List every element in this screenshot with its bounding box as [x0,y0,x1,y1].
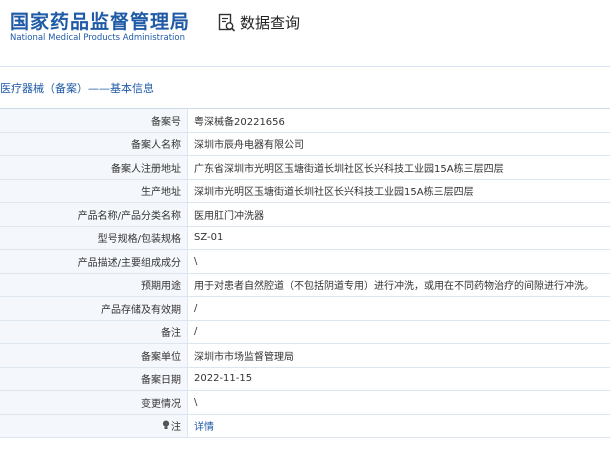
row-value: \ [187,249,610,274]
table-row: 预期用途 用于对患者自然腔道（不包括阴道专用）进行冲洗，或用在不同药物治疗的间隙进… [0,273,610,297]
table-row: 产品名称/产品分类名称 医用肛门冲洗器 [0,202,610,227]
row-label: 产品存储及有效期 [0,296,188,321]
row-label: 产品描述/主要组成成分 [0,249,188,274]
row-label: 生产地址 [0,179,188,203]
row-label: 产品名称/产品分类名称 [0,202,188,227]
row-value: / [187,296,610,321]
site-logo-en: National Medical Products Administration [10,33,185,43]
table-row: 备案单位 深圳市市场监督管理局 [0,343,610,368]
row-value: 深圳市光明区玉塘街道长圳社区长兴科技工业园15A栋三层四层 [187,179,610,203]
document-search-icon [218,13,236,32]
data-query-nav[interactable]: 数据查询 [218,12,300,33]
table-row: 备案日期 2022-11-15 [0,367,610,391]
row-label: 预期用途 [0,273,188,297]
note-label-cell: 注 [0,414,188,438]
note-label: 注 [171,422,181,434]
detail-link[interactable]: 详情 [194,422,214,433]
note-row: 注 详情 [0,414,610,438]
detail-table-wrap: 备案号 粤深械备20221656 备案人名称 深圳市辰舟电器有限公司 备案人注册地址 广东… [0,108,610,438]
row-value: 用于对患者自然腔道（不包括阴道专用）进行冲洗，或用在不同药物治疗的间隙进行冲洗。 [187,273,610,297]
row-value: 粤深械备20221656 [187,109,610,133]
site-logo-cn[interactable]: 国家药品监督管理局 [10,7,190,34]
table-row: 变更情况 \ [0,390,610,415]
table-row: 生产地址 深圳市光明区玉塘街道长圳社区长兴科技工业园15A栋三层四层 [0,179,610,203]
row-value: / [187,320,610,344]
row-value: 深圳市辰舟电器有限公司 [187,132,610,156]
row-label: 变更情况 [0,390,188,415]
row-label: 备注 [0,320,188,344]
row-value: 2022-11-15 [187,367,610,391]
site-header: 国家药品监督管理局 National Medical Products Admi… [0,0,610,58]
data-query-label: 数据查询 [240,14,301,32]
row-value: 深圳市市场监督管理局 [187,343,610,368]
row-value: 医用肛门冲洗器 [187,202,610,227]
row-label: 型号规格/包装规格 [0,226,188,250]
row-label: 备案人名称 [0,132,188,156]
table-row: 备案号 粤深械备20221656 [0,109,610,133]
table-row: 产品存储及有效期 / [0,296,610,321]
header-divider [0,66,610,67]
row-value: \ [187,390,610,415]
row-value: 广东省深圳市光明区玉塘街道长圳社区长兴科技工业园15A栋三层四层 [187,155,610,180]
row-label: 备案日期 [0,367,188,391]
row-label: 备案单位 [0,343,188,368]
detail-rows: 备案号 粤深械备20221656 备案人名称 深圳市辰舟电器有限公司 备案人注册地址 广东… [0,109,610,438]
bulb-icon [162,420,170,433]
section-title: 医疗器械（备案）——基本信息 [0,82,154,95]
table-row: 型号规格/包装规格 SZ-01 [0,226,610,250]
table-row: 产品描述/主要组成成分 \ [0,249,610,274]
detail-table: 备案号 粤深械备20221656 备案人名称 深圳市辰舟电器有限公司 备案人注册地址 广东… [0,109,610,438]
table-row: 备案人名称 深圳市辰舟电器有限公司 [0,132,610,156]
row-label: 备案号 [0,109,188,133]
note-value-cell: 详情 [187,414,610,438]
row-label: 备案人注册地址 [0,155,188,180]
row-value: SZ-01 [187,226,610,250]
table-row: 备案人注册地址 广东省深圳市光明区玉塘街道长圳社区长兴科技工业园15A栋三层四层 [0,155,610,180]
table-row: 备注 / [0,320,610,344]
